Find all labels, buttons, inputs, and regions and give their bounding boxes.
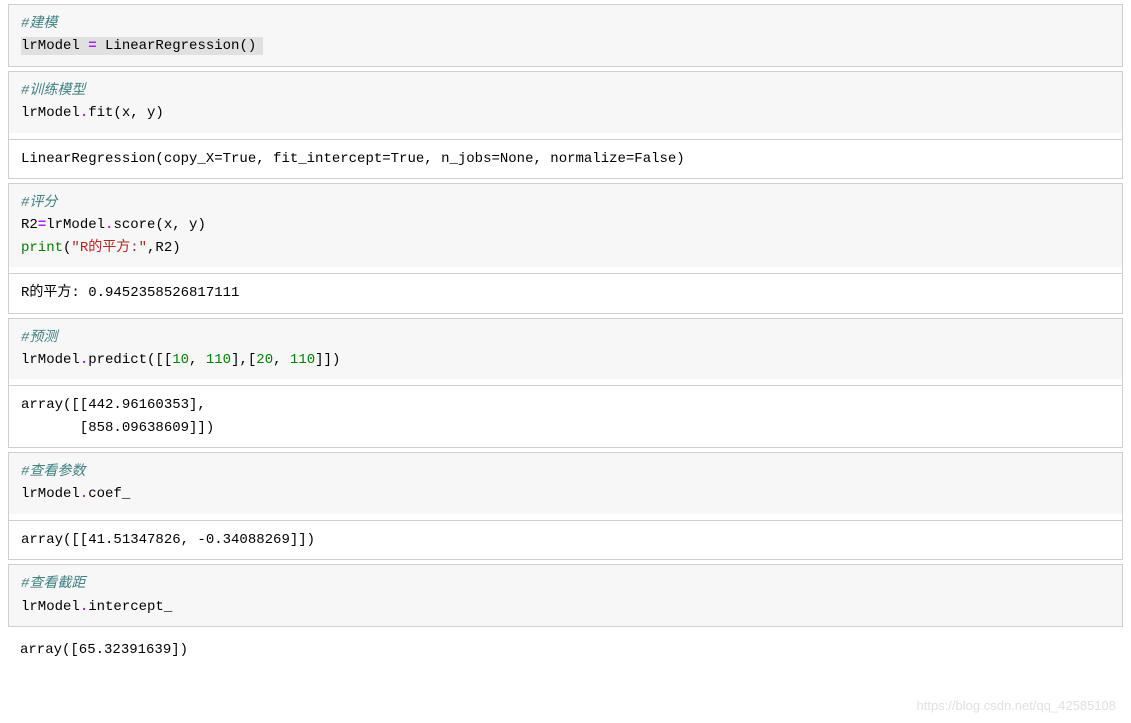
code-operator: = xyxy=(38,217,46,233)
code-text: lrModel xyxy=(21,38,88,54)
code-text: lrModel xyxy=(21,486,80,502)
code-operator: = xyxy=(88,38,96,54)
code-text: predict([[ xyxy=(88,352,172,368)
code-text: ],[ xyxy=(231,352,256,368)
code-operator: . xyxy=(80,486,88,502)
code-comment: #查看参数 xyxy=(21,464,85,480)
code-string: "R的平方:" xyxy=(71,240,147,256)
code-number: 110 xyxy=(290,352,315,368)
code-comment: #预测 xyxy=(21,330,57,346)
code-input-4[interactable]: #预测 lrModel.predict([[10, 110],[20, 110]… xyxy=(9,319,1122,380)
code-output-3: R的平方: 0.9452358526817111 xyxy=(9,273,1122,312)
notebook-cell-1[interactable]: #建模 lrModel = LinearRegression() xyxy=(8,4,1123,67)
code-input-1[interactable]: #建模 lrModel = LinearRegression() xyxy=(9,5,1122,66)
code-text: ]]) xyxy=(315,352,340,368)
code-comment: #建模 xyxy=(21,16,57,32)
code-comment: #查看截距 xyxy=(21,576,85,592)
code-comment: #训练模型 xyxy=(21,83,85,99)
code-text: fit(x, y) xyxy=(88,105,164,121)
code-output-4: array([[442.96160353], [858.09638609]]) xyxy=(9,385,1122,447)
code-output-5: array([[41.51347826, -0.34088269]]) xyxy=(9,520,1122,559)
code-text: lrModel xyxy=(21,599,80,615)
code-input-3[interactable]: #评分 R2=lrModel.score(x, y) print("R的平方:"… xyxy=(9,184,1122,267)
code-text: lrModel xyxy=(21,352,80,368)
code-text: lrModel xyxy=(46,217,105,233)
code-text: , xyxy=(273,352,290,368)
code-text: LinearRegression() xyxy=(97,38,257,54)
code-text: ,R2) xyxy=(147,240,181,256)
code-operator: . xyxy=(80,352,88,368)
code-text: score(x, y) xyxy=(113,217,205,233)
notebook-cell-3[interactable]: #评分 R2=lrModel.score(x, y) print("R的平方:"… xyxy=(8,183,1123,314)
code-text: R2 xyxy=(21,217,38,233)
notebook-cell-5[interactable]: #查看参数 lrModel.coef_ array([[41.51347826,… xyxy=(8,452,1123,560)
code-input-6[interactable]: #查看截距 lrModel.intercept_ xyxy=(9,565,1122,626)
code-input-5[interactable]: #查看参数 lrModel.coef_ xyxy=(9,453,1122,514)
notebook-cell-2[interactable]: #训练模型 lrModel.fit(x, y) LinearRegression… xyxy=(8,71,1123,179)
code-text: intercept_ xyxy=(88,599,172,615)
code-text: coef_ xyxy=(88,486,130,502)
code-output-6: array([65.32391639]) xyxy=(8,631,1123,669)
code-number: 10 xyxy=(172,352,189,368)
notebook-cell-4[interactable]: #预测 lrModel.predict([[10, 110],[20, 110]… xyxy=(8,318,1123,449)
code-input-2[interactable]: #训练模型 lrModel.fit(x, y) xyxy=(9,72,1122,133)
code-builtin: print xyxy=(21,240,63,256)
code-operator: . xyxy=(80,599,88,615)
code-number: 110 xyxy=(206,352,231,368)
code-text: lrModel xyxy=(21,105,80,121)
notebook-cell-6[interactable]: #查看截距 lrModel.intercept_ xyxy=(8,564,1123,627)
code-output-2: LinearRegression(copy_X=True, fit_interc… xyxy=(9,139,1122,178)
code-text: , xyxy=(189,352,206,368)
code-number: 20 xyxy=(256,352,273,368)
code-operator: . xyxy=(80,105,88,121)
code-comment: #评分 xyxy=(21,195,57,211)
watermark-text: https://blog.csdn.net/qq_42585108 xyxy=(917,698,1117,713)
